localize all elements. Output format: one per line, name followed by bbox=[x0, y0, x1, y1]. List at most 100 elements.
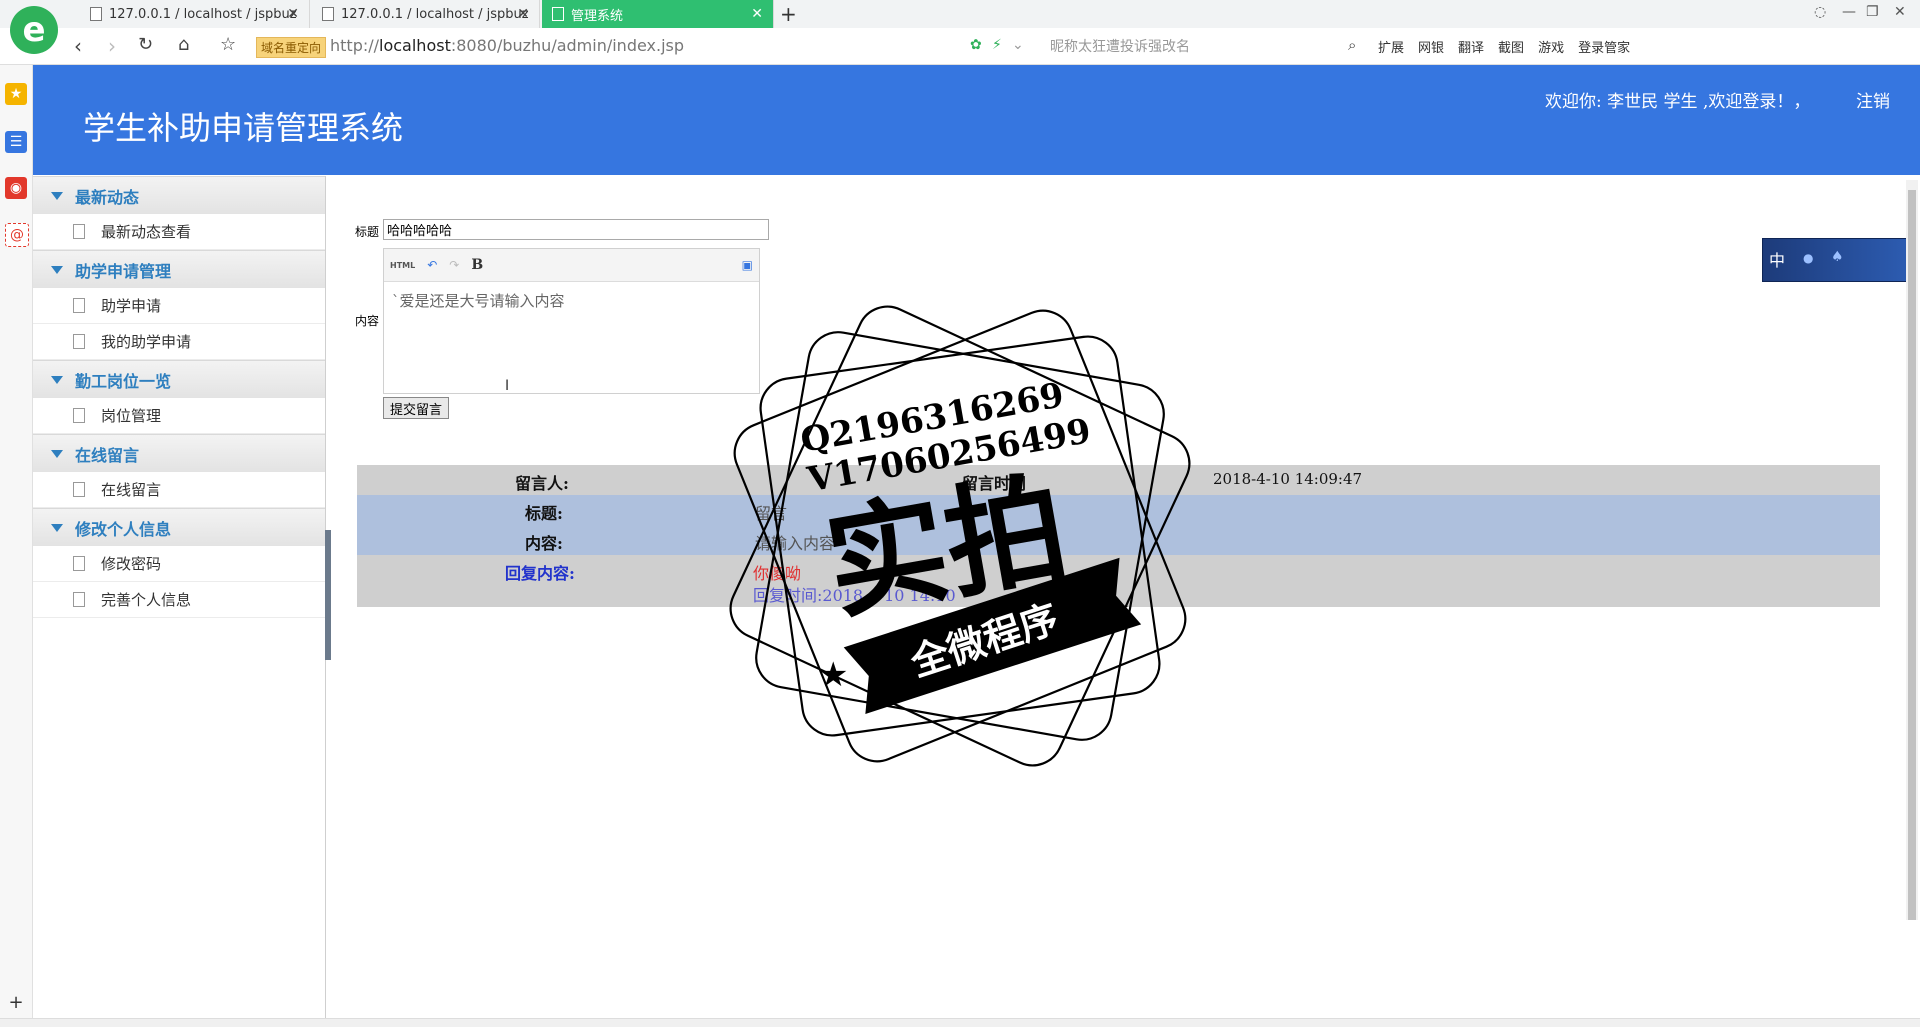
title-label: 标题: bbox=[525, 504, 563, 523]
browser-tab-1[interactable]: 127.0.0.1 / localhost / jspbuz ✕ bbox=[80, 0, 310, 28]
menu-group-news[interactable]: 最新动态 bbox=[33, 176, 325, 214]
bookmark-star-icon[interactable]: ☆ bbox=[220, 34, 236, 55]
login-manager-button[interactable]: 登录管家 bbox=[1578, 37, 1630, 56]
undo-icon[interactable]: ↶ bbox=[427, 258, 437, 272]
sidebar-splitter[interactable] bbox=[325, 530, 331, 660]
star-icon: ★ bbox=[818, 655, 848, 695]
menu-group-label: 最新动态 bbox=[75, 187, 140, 207]
back-icon[interactable]: ‹ bbox=[74, 34, 82, 58]
reply-label: 回复内容: bbox=[505, 564, 575, 583]
star-icon: ★ bbox=[1100, 590, 1130, 630]
address-bar[interactable]: http://localhost:8080/buzhu/admin/index.… bbox=[330, 36, 684, 55]
scrollbar-thumb[interactable] bbox=[1908, 190, 1916, 920]
redo-icon[interactable]: ↷ bbox=[449, 258, 459, 272]
skin-icon[interactable]: ◌ bbox=[1814, 4, 1826, 20]
sidebar-item-label: 最新动态查看 bbox=[101, 223, 192, 241]
triangle-down-icon bbox=[51, 265, 63, 274]
search-icon[interactable]: ⌕ bbox=[1348, 36, 1356, 54]
time-value: 2018-4-10 14:09:47 bbox=[1213, 470, 1363, 488]
tab-label: 127.0.0.1 / localhost / jspbuz bbox=[341, 6, 529, 22]
submit-message-button[interactable]: 提交留言 bbox=[383, 397, 450, 419]
sidebar-item-label: 岗位管理 bbox=[101, 407, 162, 425]
close-window-icon[interactable]: ✕ bbox=[1894, 4, 1906, 20]
sidebar-item-complete-profile[interactable]: 完善个人信息 bbox=[33, 582, 325, 618]
menu-group-profile[interactable]: 修改个人信息 bbox=[33, 508, 325, 546]
email-icon[interactable]: @ bbox=[5, 223, 29, 247]
restore-icon[interactable]: ❐ bbox=[1866, 4, 1879, 20]
floating-widget[interactable]: 中 ● ♠ bbox=[1762, 238, 1914, 282]
file-icon bbox=[73, 334, 85, 349]
favorites-star-icon[interactable]: ★ bbox=[5, 83, 27, 105]
page-icon bbox=[90, 7, 102, 21]
browser-side-rail: ★ ☰ ◉ @ + bbox=[0, 65, 33, 1020]
sidebar-item-messages[interactable]: 在线留言 bbox=[33, 472, 325, 508]
forward-icon[interactable]: › bbox=[108, 34, 116, 58]
author-label: 留言人: bbox=[515, 474, 569, 493]
refresh-icon[interactable]: ↻ bbox=[138, 34, 153, 55]
content-label: 内容: bbox=[525, 534, 563, 553]
menu-group-jobs[interactable]: 勤工岗位一览 bbox=[33, 360, 325, 398]
content-textarea[interactable]: `爱是还是大号请输入内容 bbox=[384, 282, 759, 319]
add-icon[interactable]: + bbox=[5, 991, 27, 1013]
list-icon[interactable]: ☰ bbox=[5, 131, 27, 153]
sidebar-item-aid-apply[interactable]: 助学申请 bbox=[33, 288, 325, 324]
sidebar-item-my-aid[interactable]: 我的助学申请 bbox=[33, 324, 325, 360]
minimize-icon[interactable]: — bbox=[1842, 4, 1856, 20]
triangle-down-icon bbox=[51, 449, 63, 458]
triangle-down-icon bbox=[51, 375, 63, 384]
sidebar-item-label: 完善个人信息 bbox=[101, 591, 192, 609]
menu-group-messages[interactable]: 在线留言 bbox=[33, 434, 325, 472]
title-input[interactable] bbox=[383, 219, 769, 240]
games-button[interactable]: 游戏 bbox=[1538, 37, 1564, 56]
page-icon bbox=[552, 7, 564, 21]
sidebar-item-label: 助学申请 bbox=[101, 297, 162, 315]
url-prefix: http:// bbox=[330, 36, 380, 55]
rich-text-editor: HTML ↶ ↷ B ▣ `爱是还是大号请输入内容 bbox=[383, 248, 760, 394]
browser-tab-active[interactable]: 管理系统 ✕ bbox=[542, 0, 774, 28]
home-icon[interactable]: ⌂ bbox=[178, 34, 189, 55]
sidebar-item-change-password[interactable]: 修改密码 bbox=[33, 546, 325, 582]
page-icon bbox=[322, 7, 334, 21]
file-icon bbox=[73, 592, 85, 607]
title-label: 标题 bbox=[355, 225, 380, 239]
sidebar-item-news-view[interactable]: 最新动态查看 bbox=[33, 214, 325, 250]
sidebar-item-label: 在线留言 bbox=[101, 481, 162, 499]
content-label: 内容 bbox=[355, 314, 380, 328]
screenshot-button[interactable]: 截图 bbox=[1498, 37, 1524, 56]
text-cursor-icon: I bbox=[505, 378, 510, 394]
widget-shirt-icon: ♠ bbox=[1831, 249, 1844, 265]
close-icon[interactable]: ✕ bbox=[751, 6, 763, 22]
file-icon bbox=[73, 482, 85, 497]
menu-group-aid[interactable]: 助学申请管理 bbox=[33, 250, 325, 288]
translate-button[interactable]: 翻译 bbox=[1458, 37, 1484, 56]
extensions-button[interactable]: 扩展 bbox=[1378, 37, 1404, 56]
tab-label: 管理系统 bbox=[571, 8, 624, 24]
fullscreen-icon[interactable]: ▣ bbox=[742, 258, 753, 272]
chevron-down-icon[interactable]: ⌄ bbox=[1012, 37, 1024, 53]
sidebar-item-label: 我的助学申请 bbox=[101, 333, 192, 351]
browser-tab-2[interactable]: 127.0.0.1 / localhost / jspbuz ✕ bbox=[312, 0, 540, 28]
html-button[interactable]: HTML bbox=[390, 261, 415, 270]
new-tab-button[interactable]: + bbox=[780, 2, 797, 26]
welcome-text: 欢迎你: 李世民 学生 ,欢迎登录！， bbox=[1545, 92, 1811, 112]
bold-button[interactable]: B bbox=[471, 257, 483, 273]
file-icon bbox=[73, 408, 85, 423]
weibo-icon[interactable]: ◉ bbox=[5, 177, 27, 199]
browser-toolbar: 扩展 网银 翻译 截图 游戏 登录管家 bbox=[1378, 37, 1630, 56]
tab-label: 127.0.0.1 / localhost / jspbuz bbox=[109, 6, 297, 22]
menu-group-label: 修改个人信息 bbox=[75, 519, 172, 539]
sidebar-item-job-manage[interactable]: 岗位管理 bbox=[33, 398, 325, 434]
menu-group-label: 助学申请管理 bbox=[75, 261, 172, 281]
app-title: 学生补助申请管理系统 bbox=[83, 109, 404, 147]
bank-button[interactable]: 网银 bbox=[1418, 37, 1444, 56]
close-icon[interactable]: ✕ bbox=[517, 6, 529, 22]
logout-link[interactable]: 注销 bbox=[1856, 87, 1890, 112]
editor-toolbar: HTML ↶ ↷ B ▣ bbox=[384, 249, 759, 282]
triangle-down-icon bbox=[51, 191, 63, 200]
close-icon[interactable]: ✕ bbox=[287, 6, 299, 22]
search-input[interactable]: 昵称太狂遭投诉强改名 bbox=[1050, 36, 1190, 56]
menu-group-label: 在线留言 bbox=[75, 445, 140, 465]
sidebar-menu: 最新动态 最新动态查看 助学申请管理 助学申请 我的助学申请 勤工岗位一览 岗位… bbox=[33, 176, 326, 1020]
url-host: localhost bbox=[379, 36, 451, 55]
browser-tab-bar: 127.0.0.1 / localhost / jspbuz ✕ 127.0.0… bbox=[0, 0, 1920, 29]
